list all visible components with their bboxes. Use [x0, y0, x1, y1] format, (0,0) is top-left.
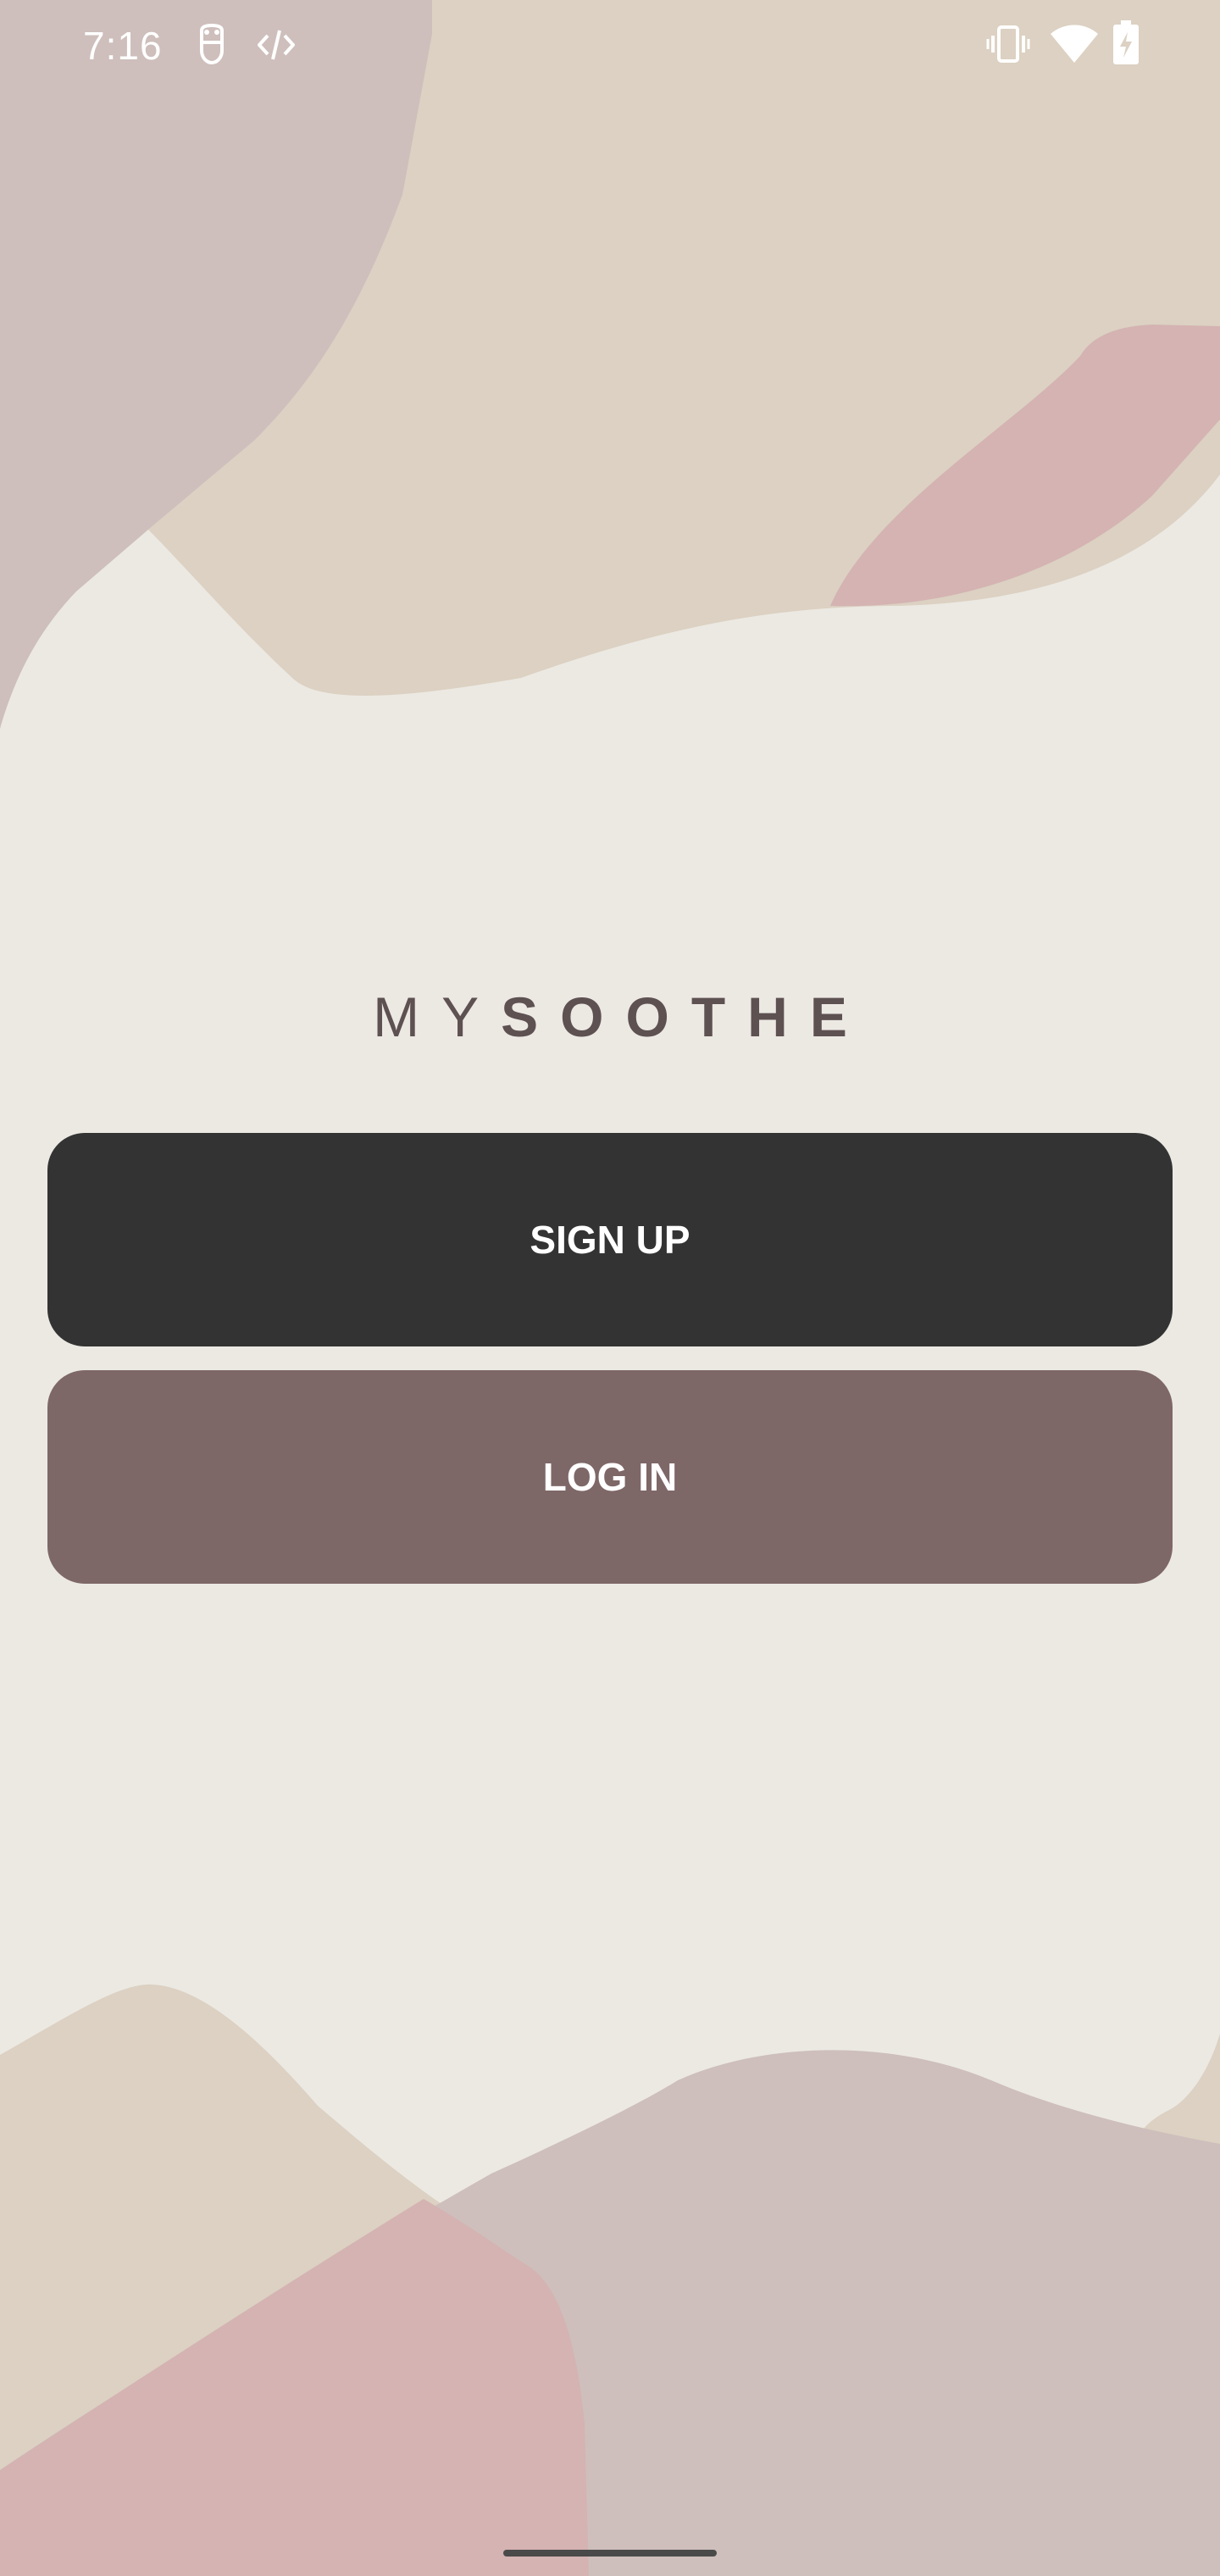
vibrate-icon: [986, 25, 1030, 63]
status-bar: 7:16: [0, 0, 1220, 90]
logo-part-my: MY: [373, 985, 502, 1048]
status-time: 7:16: [83, 24, 163, 68]
app-logo: MYSOOTHE: [0, 983, 1220, 1051]
face-notification-icon: [200, 24, 224, 64]
log-in-button[interactable]: LOG IN: [47, 1370, 1173, 1584]
wifi-icon: [1051, 25, 1098, 63]
code-notification-icon: [258, 30, 295, 60]
battery-charging-icon: [1113, 20, 1139, 64]
gesture-navigation-handle[interactable]: [503, 2550, 717, 2557]
sign-up-button[interactable]: SIGN UP: [47, 1133, 1173, 1346]
logo-part-soothe: SOOTHE: [501, 985, 869, 1048]
